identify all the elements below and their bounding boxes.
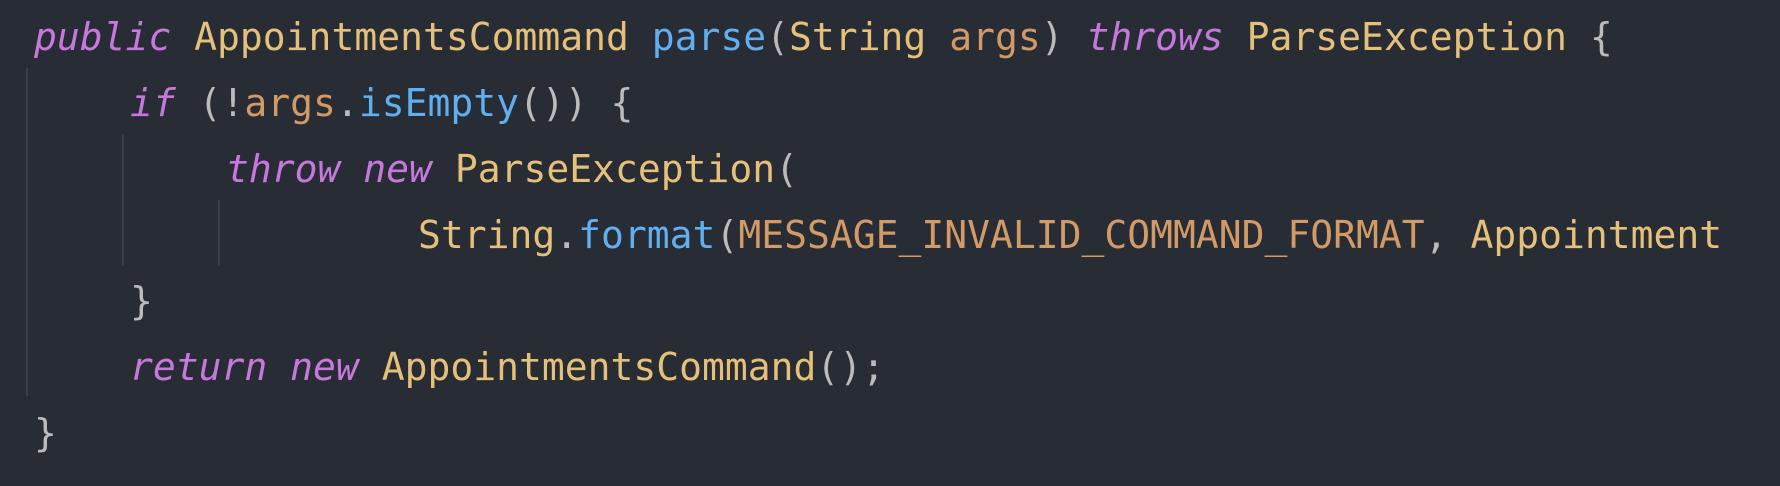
args-variable: args <box>244 81 336 125</box>
format-method: format <box>578 213 716 257</box>
keyword-public: public <box>34 15 172 59</box>
param-type: String <box>789 15 927 59</box>
open-paren: ( <box>766 15 790 59</box>
code-line-5[interactable]: } <box>130 268 153 334</box>
code-line-7[interactable]: } <box>34 400 57 466</box>
close-brace: } <box>130 279 153 323</box>
code-editor[interactable]: public AppointmentsCommand parse(String … <box>0 0 1780 486</box>
open-paren: ( <box>715 213 739 257</box>
indent-guide <box>122 134 124 266</box>
keyword-throws: throws <box>1086 15 1224 59</box>
comma: , <box>1424 213 1448 257</box>
code-line-4[interactable]: String.format(MESSAGE_INVALID_COMMAND_FO… <box>418 202 1722 268</box>
dot: . <box>555 213 579 257</box>
class-reference: Appointment <box>1470 213 1723 257</box>
keyword-new: new <box>290 345 359 389</box>
exception-name: ParseException <box>1246 15 1567 59</box>
exception-name: ParseException <box>454 147 776 191</box>
indent-guide <box>26 68 28 396</box>
class-name: AppointmentsCommand <box>194 15 629 59</box>
code-line-6[interactable]: return new AppointmentsCommand(); <box>130 334 885 400</box>
message-constant: MESSAGE_INVALID_COMMAND_FORMAT <box>738 213 1425 257</box>
open-brace: { <box>1589 15 1613 59</box>
keyword-return: return <box>130 345 268 389</box>
code-line-3[interactable]: throw new ParseException( <box>226 136 798 202</box>
code-line-2[interactable]: if (!args.isEmpty()) { <box>130 70 633 136</box>
open-paren: ( <box>775 147 798 191</box>
keyword-throw: throw <box>226 147 341 191</box>
keyword-if: if <box>130 81 176 125</box>
method-name: parse <box>651 15 767 59</box>
close-paren: ) <box>1040 15 1064 59</box>
class-name: AppointmentsCommand <box>381 345 817 389</box>
call-end: (); <box>816 345 886 389</box>
string-type: String <box>418 213 556 257</box>
is-empty-method: isEmpty <box>358 81 519 125</box>
close-brace: } <box>34 411 57 455</box>
param-name: args <box>949 15 1041 59</box>
close-paren-brace: ()) { <box>518 81 634 125</box>
code-line-1[interactable]: public AppointmentsCommand parse(String … <box>34 4 1613 70</box>
keyword-new: new <box>363 147 432 191</box>
not-operator: (! <box>198 81 245 125</box>
dot: . <box>335 81 359 125</box>
indent-guide <box>218 200 220 266</box>
